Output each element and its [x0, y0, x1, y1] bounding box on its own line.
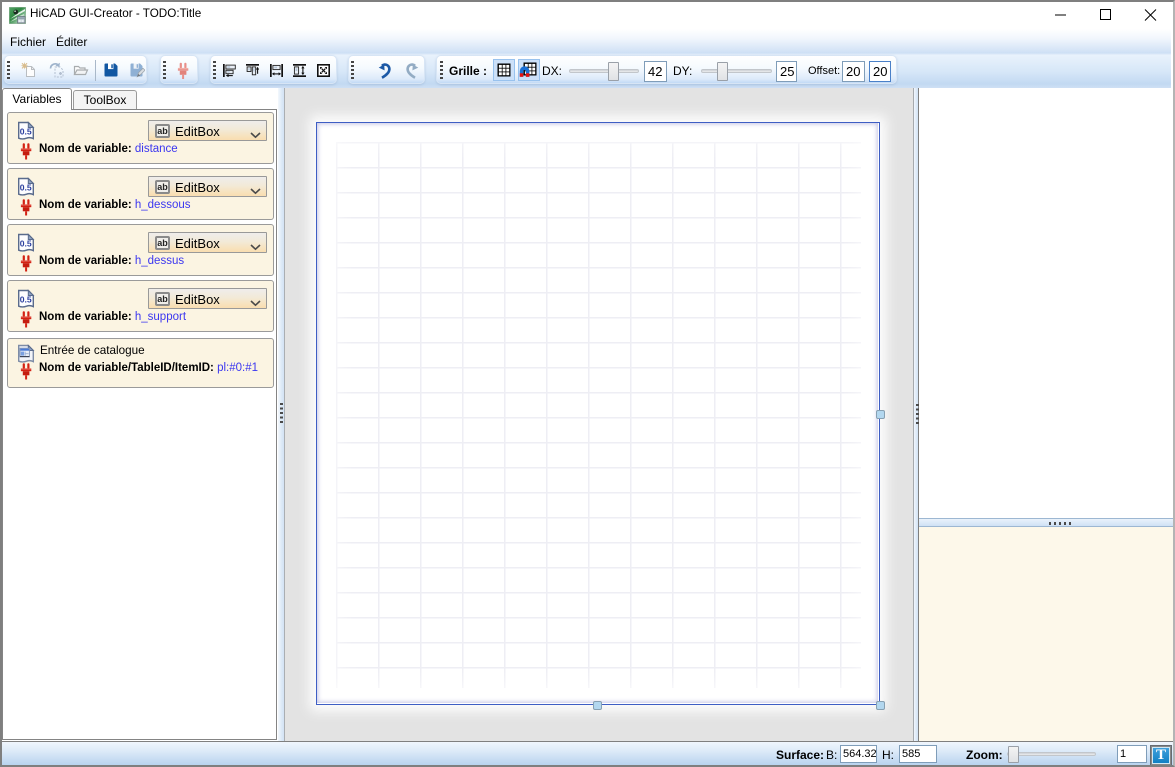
svg-text:0.5: 0.5	[20, 239, 32, 249]
svg-text:0.5: 0.5	[20, 295, 32, 305]
svg-text:0.5: 0.5	[20, 183, 32, 193]
svg-text:0.5: 0.5	[20, 127, 32, 137]
